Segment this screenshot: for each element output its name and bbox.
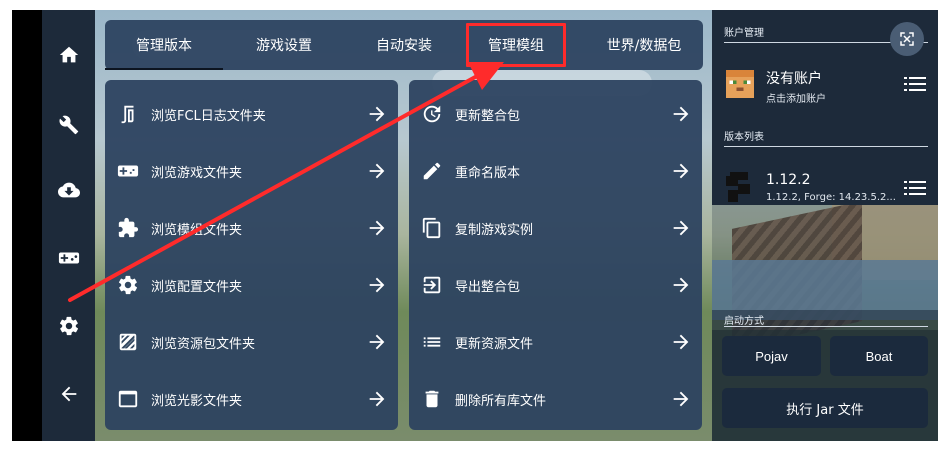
arrow-right-icon bbox=[366, 331, 388, 353]
log-folder-icon bbox=[117, 103, 139, 125]
list-icon bbox=[421, 331, 443, 353]
folders-panel: 浏览FCL日志文件夹 浏览游戏文件夹 浏览模组文件夹 浏览配置文件夹 浏览资源包… bbox=[105, 80, 398, 430]
list-item-label: 浏览模组文件夹 bbox=[151, 222, 243, 238]
copy-icon bbox=[421, 217, 443, 239]
update-icon bbox=[421, 103, 443, 125]
tab-label: 世界/数据包 bbox=[606, 38, 682, 54]
list-item-label: 重命名版本 bbox=[455, 165, 521, 181]
export-icon bbox=[421, 274, 443, 296]
pencil-icon bbox=[421, 160, 443, 182]
list-item-label: 删除所有库文件 bbox=[455, 393, 547, 409]
tab-game-settings[interactable]: 游戏设置 bbox=[223, 20, 345, 70]
run-jar-button[interactable]: 执行 Jar 文件 bbox=[722, 388, 928, 428]
gear-icon bbox=[117, 274, 139, 296]
tools-button[interactable] bbox=[42, 105, 95, 145]
account-menu-icon[interactable] bbox=[904, 76, 926, 92]
arrow-right-icon bbox=[366, 274, 388, 296]
fullscreen-button[interactable] bbox=[890, 22, 924, 56]
arrow-right-icon bbox=[366, 388, 388, 410]
arrow-right-icon bbox=[670, 217, 692, 239]
left-sidebar bbox=[42, 10, 95, 441]
puzzle-icon bbox=[117, 217, 139, 239]
download-button[interactable] bbox=[42, 170, 95, 210]
gear-icon bbox=[59, 316, 78, 336]
version-detail: 1.12.2, Forge: 14.23.5.2... bbox=[766, 192, 896, 203]
app-window: 管理版本 游戏设置 自动安装 管理模组 世界/数据包 浏览FCL日志文件夹 浏览… bbox=[12, 10, 938, 441]
arrow-right-icon bbox=[366, 160, 388, 182]
list-item-log-folder[interactable]: 浏览FCL日志文件夹 bbox=[105, 86, 398, 142]
list-item-label: 浏览配置文件夹 bbox=[151, 279, 243, 295]
arrow-right-icon bbox=[670, 388, 692, 410]
tab-auto-install[interactable]: 自动安装 bbox=[345, 20, 463, 70]
tab-label: 管理版本 bbox=[136, 38, 192, 54]
version-menu-icon[interactable] bbox=[904, 180, 926, 196]
tab-worlds-datapacks[interactable]: 世界/数据包 bbox=[585, 20, 703, 70]
fullscreen-icon bbox=[900, 32, 914, 46]
list-item-export-modpack[interactable]: 导出整合包 bbox=[409, 257, 702, 313]
list-item-delete-libraries[interactable]: 删除所有库文件 bbox=[409, 371, 702, 427]
list-item-update-modpack[interactable]: 更新整合包 bbox=[409, 86, 702, 142]
tab-label: 自动安装 bbox=[376, 38, 432, 54]
settings-button[interactable] bbox=[42, 306, 95, 346]
list-item-label: 浏览FCL日志文件夹 bbox=[151, 108, 266, 124]
divider bbox=[724, 326, 928, 327]
tab-label: 游戏设置 bbox=[256, 38, 312, 54]
cloud-download-icon bbox=[57, 182, 80, 198]
divider bbox=[724, 146, 928, 147]
tab-bar: 管理版本 游戏设置 自动安装 管理模组 世界/数据包 bbox=[105, 20, 703, 70]
list-item-config-folder[interactable]: 浏览配置文件夹 bbox=[105, 257, 398, 313]
list-item-label: 导出整合包 bbox=[455, 279, 521, 295]
list-item-mods-folder[interactable]: 浏览模组文件夹 bbox=[105, 200, 398, 256]
arrow-right-icon bbox=[670, 103, 692, 125]
actions-panel: 更新整合包 重命名版本 复制游戏实例 导出整合包 更新资源文件 删除所有库文件 bbox=[409, 80, 702, 430]
trash-icon bbox=[421, 388, 443, 410]
list-item-label: 浏览光影文件夹 bbox=[151, 393, 243, 409]
arrow-right-icon bbox=[670, 331, 692, 353]
launch-section-title: 启动方式 bbox=[724, 316, 764, 327]
window-icon bbox=[117, 388, 139, 410]
gamepad-icon bbox=[117, 160, 139, 182]
home-icon bbox=[59, 46, 78, 63]
version-name[interactable]: 1.12.2 bbox=[766, 172, 811, 188]
account-hint: 点击添加账户 bbox=[766, 94, 826, 105]
arrow-left-icon bbox=[61, 386, 76, 402]
left-edge bbox=[12, 10, 42, 441]
gamepad-icon bbox=[58, 252, 79, 264]
list-item-label: 复制游戏实例 bbox=[455, 222, 534, 238]
list-item-resourcepack-folder[interactable]: 浏览资源包文件夹 bbox=[105, 314, 398, 370]
controller-button[interactable] bbox=[42, 238, 95, 278]
wrench-icon bbox=[58, 115, 78, 135]
back-button[interactable] bbox=[42, 374, 95, 414]
tab-manage-mods[interactable]: 管理模组 bbox=[463, 20, 569, 70]
version-icon bbox=[726, 172, 750, 202]
list-item-label: 更新资源文件 bbox=[455, 336, 534, 352]
list-item-copy-instance[interactable]: 复制游戏实例 bbox=[409, 200, 702, 256]
arrow-right-icon bbox=[366, 103, 388, 125]
version-section-title: 版本列表 bbox=[724, 132, 764, 143]
list-item-shader-folder[interactable]: 浏览光影文件夹 bbox=[105, 371, 398, 427]
account-section-title: 账户管理 bbox=[724, 28, 764, 39]
right-sidebar: 账户管理 没有账户 点击添加账户 版本列表 1.12.2 1.12.2, For… bbox=[712, 10, 938, 441]
arrow-right-icon bbox=[366, 217, 388, 239]
home-button[interactable] bbox=[42, 35, 95, 75]
list-item-label: 浏览游戏文件夹 bbox=[151, 165, 243, 181]
texture-icon bbox=[117, 331, 139, 353]
list-item-label: 浏览资源包文件夹 bbox=[151, 336, 256, 352]
tab-manage-version[interactable]: 管理版本 bbox=[105, 20, 223, 70]
tab-label: 管理模组 bbox=[488, 38, 544, 54]
arrow-right-icon bbox=[670, 274, 692, 296]
list-item-game-folder[interactable]: 浏览游戏文件夹 bbox=[105, 143, 398, 199]
pojav-button[interactable]: Pojav bbox=[722, 336, 821, 376]
list-item-update-assets[interactable]: 更新资源文件 bbox=[409, 314, 702, 370]
arrow-right-icon bbox=[670, 160, 692, 182]
account-name[interactable]: 没有账户 bbox=[766, 68, 822, 88]
list-item-label: 更新整合包 bbox=[455, 108, 521, 124]
avatar bbox=[726, 70, 754, 98]
list-item-rename-version[interactable]: 重命名版本 bbox=[409, 143, 702, 199]
boat-button[interactable]: Boat bbox=[830, 336, 928, 376]
